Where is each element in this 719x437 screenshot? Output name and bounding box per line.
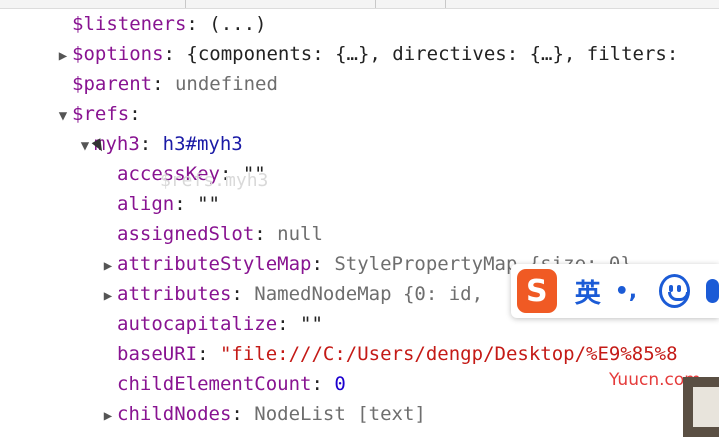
property-value: null bbox=[277, 223, 323, 245]
expand-toggle-icon[interactable]: ▶ bbox=[101, 252, 115, 280]
property-value: "file:///C:/Users/dengp/Desktop/%E9%85%8 bbox=[219, 343, 678, 365]
property-row[interactable]: assignedSlot: null bbox=[101, 220, 323, 248]
property-key: $options bbox=[72, 43, 164, 65]
property-row[interactable]: align: "" bbox=[101, 190, 220, 218]
expand-toggle-icon[interactable]: ▶ bbox=[101, 282, 115, 310]
video-thumbnail bbox=[683, 377, 719, 437]
property-value: (...) bbox=[209, 13, 267, 35]
property-key: align bbox=[117, 193, 175, 215]
property-key: $parent bbox=[72, 73, 153, 95]
property-value: NodeList [text] bbox=[254, 403, 426, 425]
collapse-toggle-icon[interactable]: ▼ bbox=[56, 102, 70, 130]
property-key: $refs bbox=[72, 103, 130, 125]
property-value: 0 bbox=[334, 373, 346, 395]
property-key: attributeStyleMap bbox=[117, 253, 312, 275]
property-value: h3#myh3 bbox=[162, 133, 243, 155]
property-key: childElementCount bbox=[117, 373, 312, 395]
expand-toggle-icon[interactable]: ▶ bbox=[56, 42, 70, 70]
property-row[interactable]: childElementCount: 0 bbox=[101, 370, 346, 398]
property-key: baseURI bbox=[117, 343, 198, 365]
property-key: childNodes bbox=[117, 403, 232, 425]
property-key: autocapitalize bbox=[117, 313, 278, 335]
property-value: "" bbox=[197, 193, 220, 215]
microphone-icon[interactable] bbox=[706, 279, 719, 303]
ime-language-toggle[interactable]: 英 bbox=[575, 273, 601, 310]
ime-toolbar[interactable]: S 英 •, bbox=[511, 264, 719, 318]
collapse-toggle-icon[interactable]: ▼ bbox=[78, 132, 92, 160]
hover-ghost-text: $refs.myh3 bbox=[160, 170, 269, 191]
property-value: "" bbox=[300, 313, 323, 335]
property-row[interactable]: autocapitalize: "" bbox=[101, 310, 323, 338]
property-row[interactable]: ▶ childNodes: NodeList [text] bbox=[101, 400, 426, 428]
expand-toggle-icon[interactable]: ▶ bbox=[101, 402, 115, 430]
property-row[interactable]: baseURI: "file:///C:/Users/dengp/Desktop… bbox=[101, 340, 678, 368]
sogou-logo-icon[interactable]: S bbox=[517, 269, 557, 313]
property-row[interactable]: ▶ $options: {components: {…}, directives:… bbox=[56, 40, 679, 70]
property-row[interactable]: $listeners: (...) bbox=[56, 10, 266, 38]
property-key: $listeners bbox=[72, 13, 187, 35]
property-value: undefined bbox=[174, 73, 278, 95]
property-value: NamedNodeMap {0: id, bbox=[254, 283, 484, 305]
property-row[interactable]: ▶ attributes: NamedNodeMap {0: id, bbox=[101, 280, 483, 308]
property-row[interactable]: ▼ $refs: bbox=[56, 100, 141, 128]
emoji-icon[interactable] bbox=[659, 274, 691, 308]
property-row[interactable]: $parent: undefined bbox=[56, 70, 278, 98]
property-key: assignedSlot bbox=[117, 223, 255, 245]
property-key: attributes bbox=[117, 283, 232, 305]
ime-punctuation-toggle[interactable]: •, bbox=[615, 279, 637, 304]
property-value: {components: {…}, directives: {…}, filte… bbox=[186, 43, 679, 65]
